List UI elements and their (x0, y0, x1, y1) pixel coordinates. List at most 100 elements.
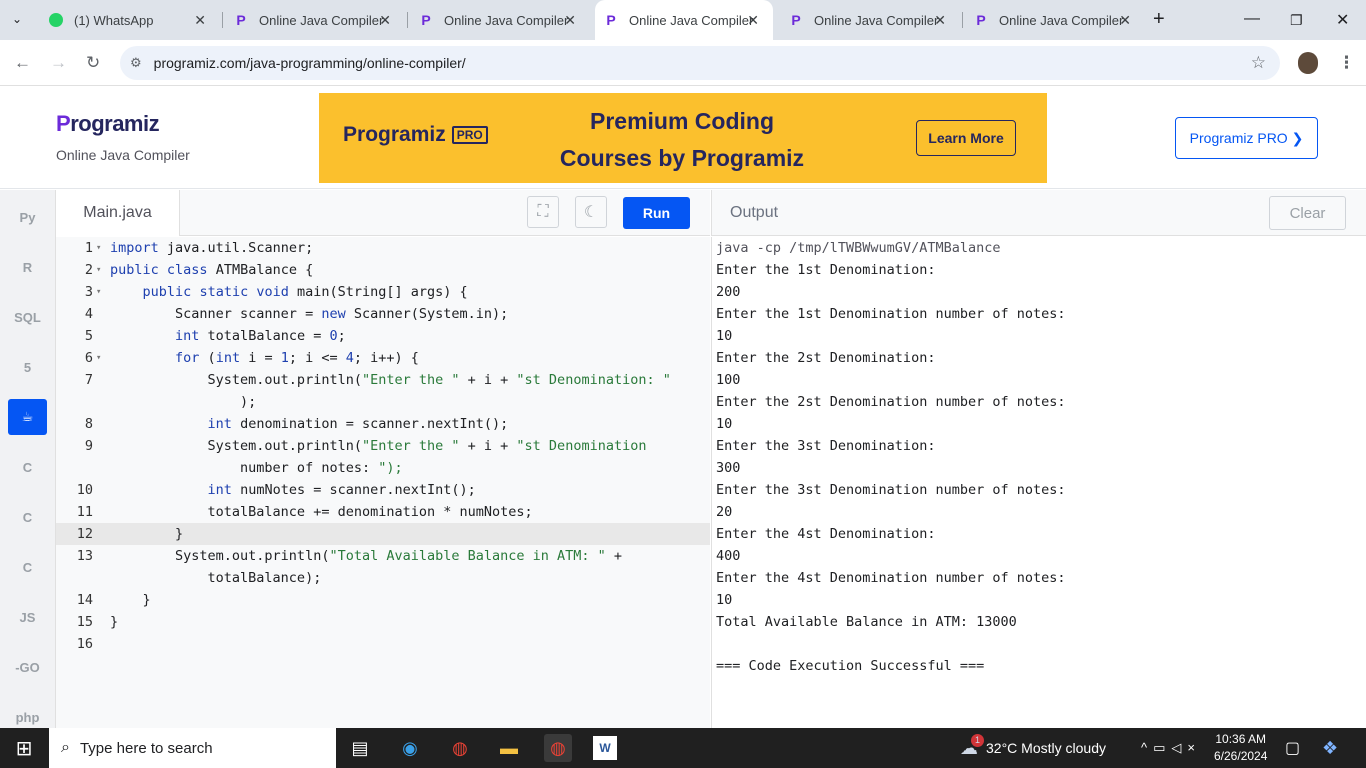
reload-icon[interactable]: ↻ (86, 53, 100, 73)
clock[interactable]: 10:36 AM 6/26/2024 (1214, 728, 1267, 768)
windows-start-icon[interactable]: ⊞ (10, 734, 38, 762)
html-icon: 5 (23, 359, 32, 375)
close-window-button[interactable]: ✕ (1336, 10, 1349, 30)
browser-tab[interactable]: P Online Java Compiler ✕ (595, 0, 773, 40)
menu-kebab-icon[interactable]: ⋮ (1338, 53, 1355, 73)
minimize-button[interactable]: — (1244, 10, 1260, 28)
sidebar-item-go[interactable]: -GO (8, 649, 47, 685)
fold-toggle-icon[interactable]: ▾ (96, 347, 101, 369)
code-line: for (int i = 1; i <= 4; i++) { (175, 350, 419, 366)
edge-icon[interactable]: ◉ (396, 734, 424, 762)
taskbar-search-box[interactable]: ⌕ Type here to search (49, 728, 336, 768)
line-number: 8 (84, 416, 93, 432)
line-number: 1 (84, 240, 93, 256)
line-number: 11 (76, 504, 93, 520)
line-number: 15 (76, 614, 93, 630)
sidebar-item-r[interactable]: R (8, 249, 47, 285)
run-button[interactable]: Run (623, 197, 690, 229)
output-line: Total Available Balance in ATM: 13000 (716, 614, 1017, 630)
browser-tab[interactable]: (1) WhatsApp ✕ (40, 0, 220, 40)
output-line: 20 (716, 504, 733, 520)
tab-close-icon[interactable]: ✕ (194, 12, 206, 29)
forward-icon[interactable]: → (50, 53, 67, 73)
promo-banner[interactable]: Programiz PRO Premium Coding Courses by P… (319, 93, 1047, 183)
sidebar-item-cpp[interactable]: C (8, 499, 47, 535)
task-view-icon[interactable]: ▤ (346, 734, 374, 762)
site-header: Programiz Online Java Compiler Programiz… (0, 87, 1366, 189)
sidebar-item-sql[interactable]: SQL (8, 299, 47, 335)
url-text: programiz.com/java-programming/online-co… (153, 55, 466, 71)
sidebar-item-python[interactable]: Py (8, 199, 47, 235)
programiz-icon: P (976, 12, 986, 28)
code-editor[interactable]: 1 ▾ import java.util.Scanner; 2 ▾ public clas… (56, 237, 710, 728)
sidebar-item-csharp[interactable]: C (8, 549, 47, 585)
language-sidebar: Py R SQL 5 ☕ C C C JS -GO php (0, 190, 56, 728)
browser-tab[interactable]: P Online Java Compiler ✕ (410, 0, 590, 40)
code-line: System.out.println("Enter the " + i + "s… (110, 372, 671, 388)
java-icon: ☕ (21, 409, 34, 424)
copilot-icon[interactable]: ❖ (1322, 728, 1338, 768)
tab-close-icon[interactable]: ✕ (379, 12, 391, 29)
sidebar-item-java[interactable]: ☕ (8, 399, 47, 435)
line-number (56, 391, 93, 413)
sidebar-item-html[interactable]: 5 (8, 349, 47, 385)
programiz-icon: P (421, 12, 431, 28)
word-icon[interactable]: W (593, 736, 617, 760)
sidebar-item-c[interactable]: C (8, 449, 47, 485)
url-input[interactable]: ⚙ programiz.com/java-programming/online-… (120, 46, 1280, 80)
output-console[interactable]: java -cp /tmp/lTWBWwumGV/ATMBalance Enter… (711, 237, 1366, 728)
output-line: Enter the 2st Denomination number of not… (716, 394, 1066, 410)
back-icon[interactable]: ← (14, 53, 31, 73)
tab-close-icon[interactable]: ✕ (1119, 12, 1131, 29)
browser-tab[interactable]: P Online Java Compiler ✕ (965, 0, 1145, 40)
bookmark-star-icon[interactable]: ☆ (1251, 53, 1266, 73)
browser-tab[interactable]: P Online Java Compiler ✕ (780, 0, 960, 40)
code-line: } (110, 614, 119, 630)
learn-more-button[interactable]: Learn More (916, 120, 1016, 156)
line-number: 5 (84, 328, 93, 344)
file-explorer-icon[interactable]: ▬ (495, 734, 523, 762)
code-line: public static void main(String[] args) { (142, 284, 468, 300)
programiz-icon: P (791, 12, 801, 28)
tab-close-icon[interactable]: ✕ (564, 12, 576, 29)
tab-close-icon[interactable]: ✕ (934, 12, 946, 29)
address-bar-row: ← → ↻ ⚙ programiz.com/java-programming/o… (0, 40, 1366, 86)
tab-search-icon[interactable]: ⌄ (12, 12, 22, 26)
banner-headline: Premium Coding Courses by Programiz (559, 108, 805, 171)
code-line: } (110, 526, 184, 542)
notification-icon[interactable]: ▢ (1285, 728, 1300, 768)
tab-close-icon[interactable]: ✕ (747, 12, 759, 29)
fullscreen-icon[interactable]: ⛶ (527, 196, 559, 228)
clear-button[interactable]: Clear (1269, 196, 1346, 230)
fold-toggle-icon[interactable]: ▾ (96, 281, 101, 303)
programiz-logo[interactable]: Programiz (56, 111, 160, 137)
system-tray-icons[interactable]: ^▭◁× (1141, 728, 1201, 768)
fold-toggle-icon[interactable]: ▾ (96, 259, 101, 281)
programiz-pro-button[interactable]: Programiz PRO ❯ (1175, 117, 1318, 159)
clock-time: 10:36 AM (1215, 732, 1267, 746)
code-line: System.out.println("Enter the " + i + "s… (110, 438, 647, 454)
output-line: Enter the 2st Denomination: (716, 350, 936, 366)
output-line: 400 (716, 548, 741, 564)
js-icon: JS (19, 609, 36, 625)
file-tab-main-java[interactable]: Main.java (56, 190, 180, 236)
search-placeholder: Type here to search (79, 739, 213, 757)
sidebar-item-js[interactable]: JS (8, 599, 47, 635)
output-toolbar: Output Clear (711, 190, 1366, 236)
fold-toggle-icon[interactable]: ▾ (96, 237, 101, 259)
editor-toolbar: Main.java ⛶ ☾ Run (56, 190, 710, 236)
chrome-icon[interactable]: ◍ (446, 734, 474, 762)
profile-avatar[interactable] (1298, 52, 1318, 74)
browser-tab[interactable]: P Online Java Compiler ✕ (225, 0, 405, 40)
line-number: 4 (84, 306, 93, 322)
restore-button[interactable]: ❐ (1290, 12, 1303, 29)
chrome-profile-icon[interactable]: ◍ (544, 734, 572, 762)
pro-badge: PRO (451, 126, 488, 144)
dark-mode-icon[interactable]: ☾ (575, 196, 607, 228)
weather-widget[interactable]: ☁ 1 32°C Mostly cloudy (960, 728, 1106, 768)
python-icon: Py (19, 209, 36, 225)
code-line: import java.util.Scanner; (110, 240, 314, 256)
output-line: 10 (716, 416, 733, 432)
new-tab-button[interactable]: + (1153, 8, 1165, 31)
site-info-icon[interactable]: ⚙ (130, 55, 142, 71)
